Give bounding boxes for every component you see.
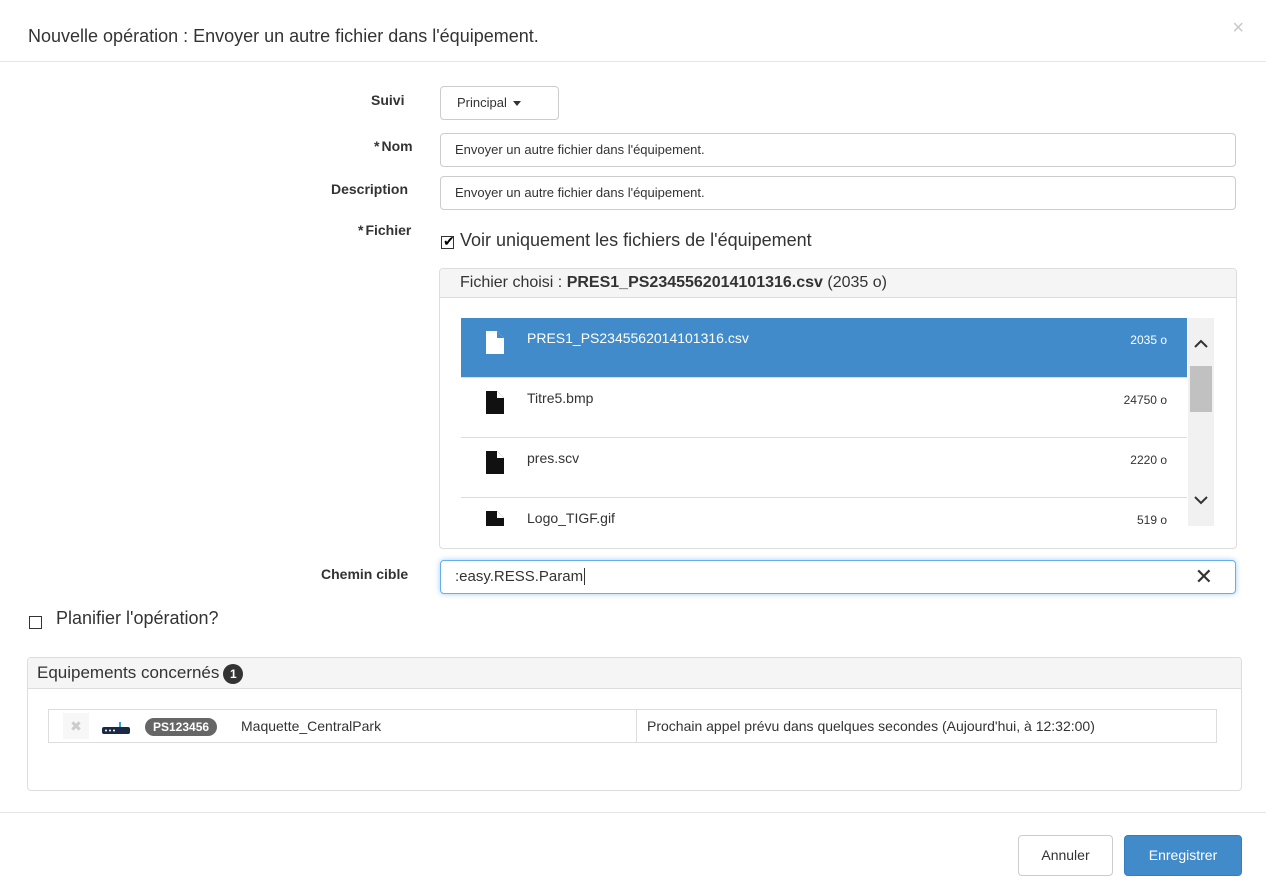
equipement-id-badge: PS123456: [145, 718, 218, 736]
file-name: Logo_TIGF.gif: [527, 510, 615, 526]
clear-icon[interactable]: ✕: [1195, 563, 1213, 591]
required-mark: *: [358, 222, 364, 238]
checkmark-icon: ✔: [443, 233, 455, 249]
equipements-title: Equipements concernés: [37, 663, 220, 682]
only-device-files-checkbox[interactable]: ✔: [441, 233, 455, 249]
text-cursor: [584, 568, 586, 585]
chosen-file-name: PRES1_PS2345562014101316.csv: [566, 274, 823, 291]
fichier-label: * Fichier: [358, 222, 411, 238]
nom-input[interactable]: Envoyer un autre fichier dans l'équipeme…: [440, 133, 1236, 167]
remove-icon[interactable]: ✖: [63, 713, 89, 739]
nom-label-text: Nom: [381, 138, 413, 154]
equipements-count-badge: 1: [223, 663, 244, 684]
suivi-dropdown[interactable]: Principal: [440, 86, 559, 120]
file-name: Titre5.bmp: [527, 390, 594, 406]
equipements-panel-header: Equipements concernés 1: [28, 658, 1241, 689]
description-input[interactable]: Envoyer un autre fichier dans l'équipeme…: [440, 176, 1236, 210]
save-button[interactable]: Enregistrer: [1124, 835, 1242, 876]
file-icon: [486, 331, 504, 354]
modal-header: Nouvelle opération : Envoyer un autre fi…: [0, 0, 1266, 62]
file-icon: [486, 451, 504, 474]
file-size: 24750 o: [1123, 393, 1167, 407]
only-device-files-label: Voir uniquement les fichiers de l'équipe…: [460, 230, 812, 250]
suivi-value: Principal: [457, 95, 507, 110]
close-icon[interactable]: ×: [1232, 18, 1244, 38]
file-size: 519 o: [1136, 513, 1167, 526]
device-icon: [102, 722, 130, 734]
required-mark: *: [374, 138, 380, 154]
file-list-scrollbar[interactable]: [1188, 318, 1214, 526]
nom-label: * Nom: [374, 138, 413, 154]
scroll-down-icon[interactable]: [1188, 490, 1214, 510]
chosen-file-prefix: Fichier choisi :: [460, 274, 567, 291]
chemin-cible-label: Chemin cible: [321, 566, 409, 582]
file-size: 2220 o: [1130, 453, 1167, 467]
file-size: 2035 o: [1130, 333, 1167, 347]
description-label: Description: [331, 181, 409, 197]
chemin-cible-value: :easy.RESS.Param: [455, 568, 584, 585]
file-list[interactable]: PRES1_PS2345562014101316.csv 2035 o Titr…: [461, 318, 1187, 526]
file-panel-header: Fichier choisi : PRES1_PS234556201410131…: [440, 269, 1236, 298]
footer-divider: [0, 812, 1266, 813]
scrollbar-thumb[interactable]: [1190, 366, 1212, 412]
file-icon: [486, 511, 504, 526]
file-item[interactable]: PRES1_PS2345562014101316.csv 2035 o: [461, 318, 1187, 378]
cancel-button[interactable]: Annuler: [1018, 835, 1113, 876]
modal-title: Nouvelle opération : Envoyer un autre fi…: [28, 26, 539, 46]
fichier-label-text: Fichier: [365, 222, 412, 238]
file-name: pres.scv: [527, 450, 580, 466]
equipement-cell: ✖ PS123456 Maquette_CentralPark: [49, 710, 637, 742]
planifier-label: Planifier l'opération?: [56, 608, 219, 628]
file-name: PRES1_PS2345562014101316.csv: [527, 330, 749, 346]
scroll-up-icon[interactable]: [1188, 334, 1214, 354]
caret-down-icon: [512, 101, 521, 107]
file-item[interactable]: pres.scv 2220 o: [461, 438, 1187, 498]
file-item[interactable]: Logo_TIGF.gif 519 o: [461, 498, 1187, 526]
file-icon: [486, 391, 504, 414]
chosen-file-size: (2035 o): [827, 274, 887, 291]
planifier-checkbox[interactable]: [29, 616, 42, 629]
file-item[interactable]: Titre5.bmp 24750 o: [461, 378, 1187, 438]
equipement-row: ✖ PS123456 Maquette_CentralPark Prochain…: [48, 709, 1217, 743]
suivi-label: Suivi: [371, 92, 405, 108]
equipement-name: Maquette_CentralPark: [241, 718, 382, 734]
equipement-status: Prochain appel prévu dans quelques secon…: [647, 718, 1095, 734]
chemin-cible-input[interactable]: :easy.RESS.Param ✕: [440, 560, 1236, 594]
